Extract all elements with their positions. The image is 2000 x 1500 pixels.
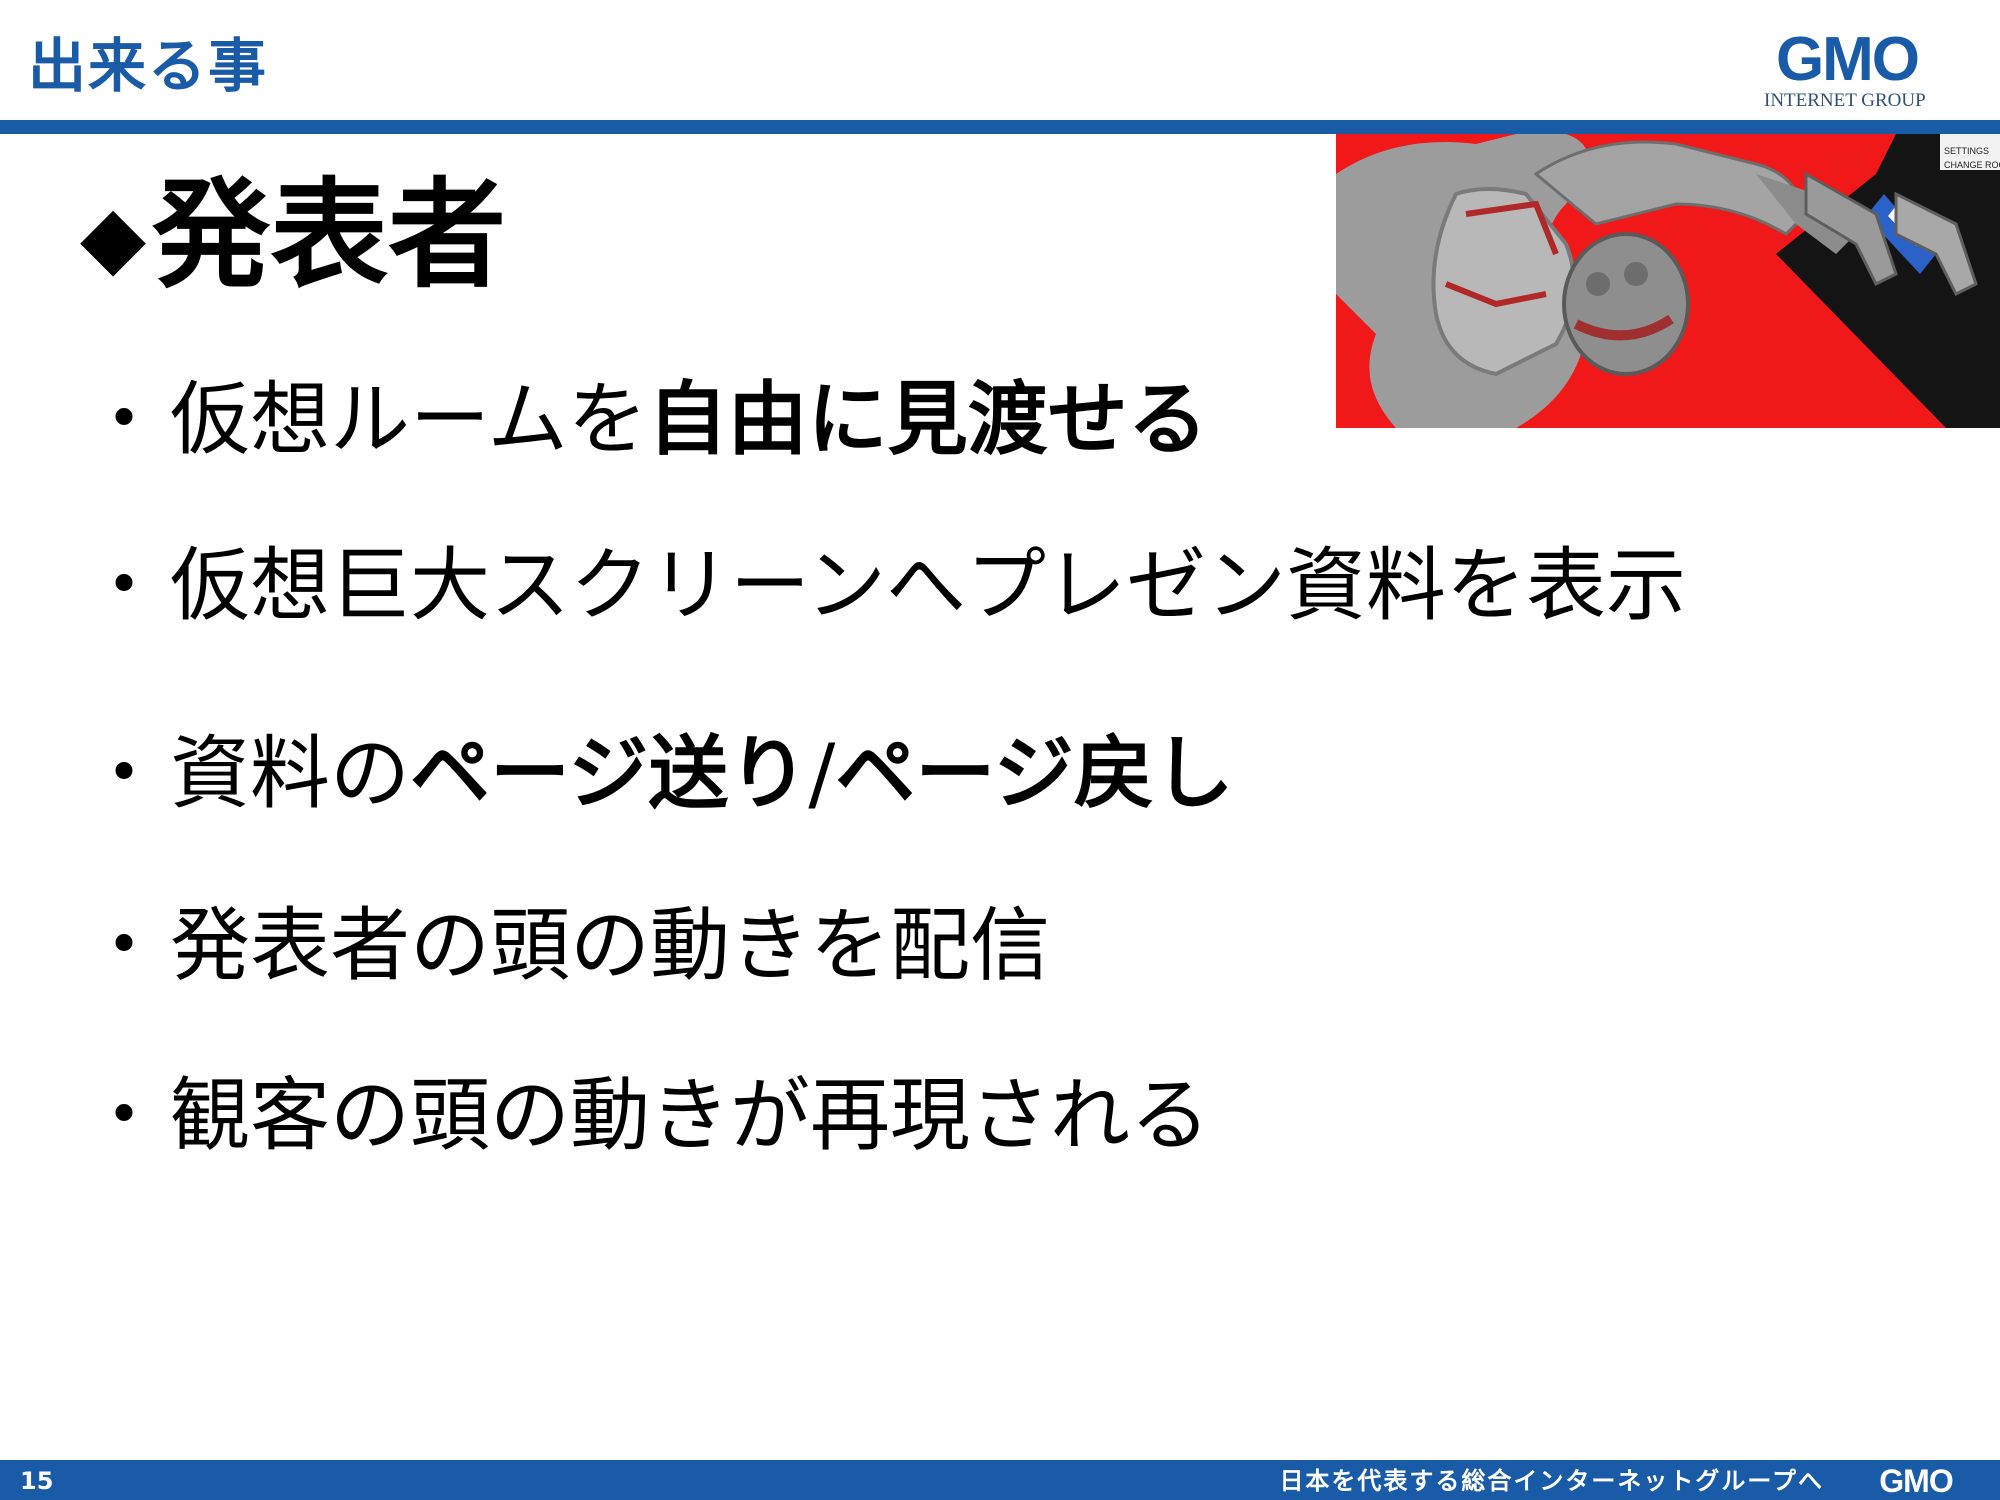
- svg-text:GMO: GMO: [1776, 28, 1918, 88]
- page-title: 出来る事: [28, 32, 269, 100]
- bullet-item: ・発表者の頭の動きを配信: [84, 899, 1050, 992]
- footer-slogan: 日本を代表する総合インターネットグループへ: [1279, 1467, 1824, 1495]
- gmo-logo: GMO INTERNET GROUP: [1722, 28, 1972, 116]
- footer-gmo-logo: GMO: [1879, 1464, 1954, 1496]
- vr-screenshot: SETTINGS CHANGE ROOM: [1336, 134, 2000, 428]
- header-divider: [0, 120, 2000, 134]
- page-number: 15: [20, 1467, 54, 1495]
- section-heading-text: 発表者: [152, 166, 507, 304]
- bullet-item: ・仮想巨大スクリーンへプレゼン資料を表示: [84, 539, 1686, 632]
- svg-text:GMO: GMO: [1879, 1464, 1953, 1496]
- gmo-logo-mark: GMO: [1776, 28, 1920, 88]
- bullet-item: ・観客の頭の動きが再現される: [84, 1069, 1210, 1162]
- diamond-icon: ◆: [80, 187, 147, 287]
- bullet-item: ・仮想ルームを自由に見渡せる: [84, 373, 1208, 466]
- logo-subtext: INTERNET GROUP: [1764, 90, 1926, 111]
- settings-label: SETTINGS: [1944, 146, 1989, 156]
- change-room-label: CHANGE ROOM: [1944, 160, 2000, 170]
- bullet-item: ・資料のページ送り/ページ戻し: [84, 727, 1234, 820]
- section-heading: ◆発表者: [80, 160, 506, 312]
